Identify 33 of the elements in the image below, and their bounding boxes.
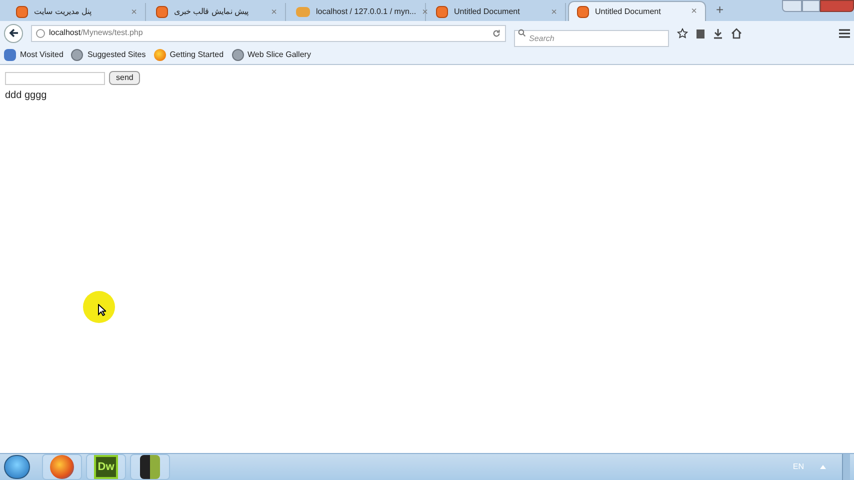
download-icon[interactable]: [713, 28, 723, 38]
dreamweaver-icon: Dw: [94, 455, 118, 479]
taskbar-app-button[interactable]: Dw: [86, 454, 126, 480]
bookmark-link[interactable]: Getting Started: [154, 48, 224, 60]
menu-icon[interactable]: [839, 28, 850, 38]
address-bar[interactable]: localhost/Mynews/test.php: [31, 24, 506, 42]
cursor-highlight: [83, 291, 115, 323]
star-icon[interactable]: [677, 28, 688, 38]
tab-title: Untitled Document: [454, 6, 521, 18]
back-arrow-icon: [8, 28, 18, 38]
folder-icon: [4, 48, 16, 60]
bookmark-link[interactable]: Web Slice Gallery: [232, 48, 311, 60]
tab-title: پیش نمایش قالب خبری: [174, 6, 250, 18]
send-button[interactable]: send: [109, 71, 140, 85]
back-button[interactable]: [4, 24, 23, 42]
search-icon: [518, 28, 526, 36]
bookmark-link[interactable]: Most Visited: [4, 48, 64, 60]
output-text: ddd gggg: [5, 89, 48, 103]
taskbar-app-button[interactable]: [130, 454, 170, 480]
tab-title: Untitled Document: [595, 6, 662, 18]
browser-tab[interactable]: Untitled Document ×: [568, 1, 706, 21]
text-input[interactable]: [5, 72, 105, 84]
url-text: localhost/Mynews/test.php: [49, 27, 144, 39]
home-icon[interactable]: [731, 28, 742, 38]
new-tab-button[interactable]: +: [708, 0, 732, 21]
mouse-pointer-icon: [98, 304, 106, 316]
reload-icon[interactable]: [492, 28, 501, 38]
search-field[interactable]: Search: [514, 30, 669, 46]
close-icon[interactable]: ×: [691, 4, 697, 19]
tab-title: localhost / 127.0.0.1 / myn...: [316, 6, 416, 18]
tab-title: پنل مدیریت سایت: [34, 6, 92, 18]
info-icon: [36, 28, 45, 38]
bookmark-link[interactable]: Suggested Sites: [71, 48, 146, 60]
